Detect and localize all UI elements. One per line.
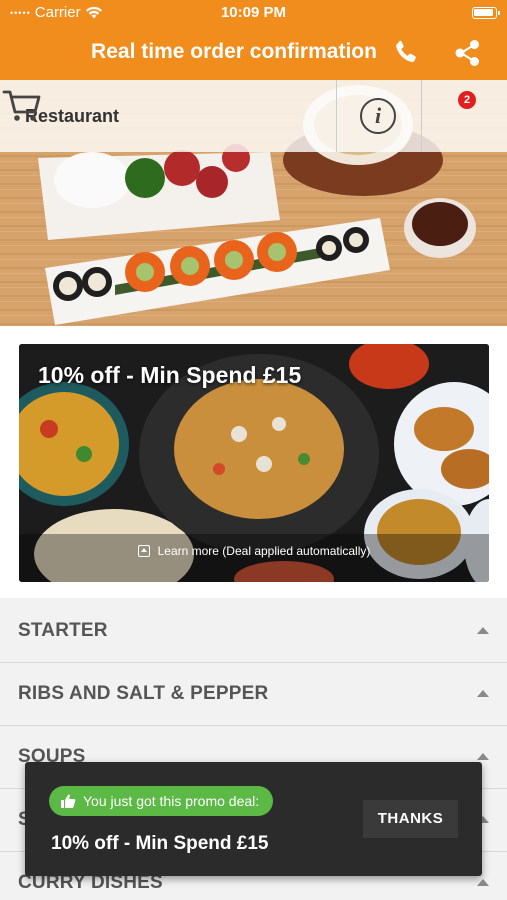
share-icon[interactable] bbox=[452, 38, 482, 68]
cart-count-badge: 2 bbox=[458, 91, 476, 109]
phone-icon[interactable] bbox=[392, 38, 420, 66]
toast-message: 10% off - Min Spend £15 bbox=[51, 833, 269, 854]
category-label: RIBS AND SALT & PEPPER bbox=[18, 683, 269, 704]
divider bbox=[421, 80, 422, 152]
chevron-up-icon bbox=[477, 690, 489, 697]
category-row-ribs[interactable]: RIBS AND SALT & PEPPER bbox=[0, 663, 507, 726]
promo-toast: You just got this promo deal: 10% off - … bbox=[25, 762, 482, 876]
chevron-up-icon bbox=[477, 879, 489, 886]
info-icon[interactable]: i bbox=[360, 98, 396, 134]
promo-learn-more-link[interactable]: Learn more (Deal applied automatically) bbox=[19, 544, 489, 558]
category-label: STARTER bbox=[18, 620, 108, 641]
chevron-up-icon bbox=[477, 627, 489, 634]
category-row-starter[interactable]: STARTER bbox=[0, 600, 507, 663]
status-bar: ••••• Carrier 10:09 PM bbox=[0, 0, 507, 26]
thanks-button[interactable]: THANKS bbox=[363, 800, 458, 838]
page-title: Real time order confirmation bbox=[91, 40, 377, 63]
divider bbox=[336, 80, 337, 152]
battery-icon bbox=[472, 7, 500, 19]
thumbs-up-icon bbox=[61, 794, 76, 808]
promo-banner[interactable]: 10% off - Min Spend £15 Learn more (Deal… bbox=[19, 344, 489, 582]
chevron-up-icon bbox=[477, 753, 489, 760]
learn-more-icon bbox=[137, 545, 150, 557]
learn-more-label: Learn more (Deal applied automatically) bbox=[157, 544, 371, 558]
cart-icon[interactable] bbox=[0, 80, 44, 124]
status-time: 10:09 PM bbox=[220, 4, 287, 21]
promo-title: 10% off - Min Spend £15 bbox=[38, 362, 302, 388]
promo-pill: You just got this promo deal: bbox=[49, 786, 274, 816]
promo-pill-text: You just got this promo deal: bbox=[83, 793, 260, 809]
promo-section: 10% off - Min Spend £15 Learn more (Deal… bbox=[0, 326, 507, 598]
restaurant-hero-image: Restaurant i 2 bbox=[0, 80, 507, 326]
